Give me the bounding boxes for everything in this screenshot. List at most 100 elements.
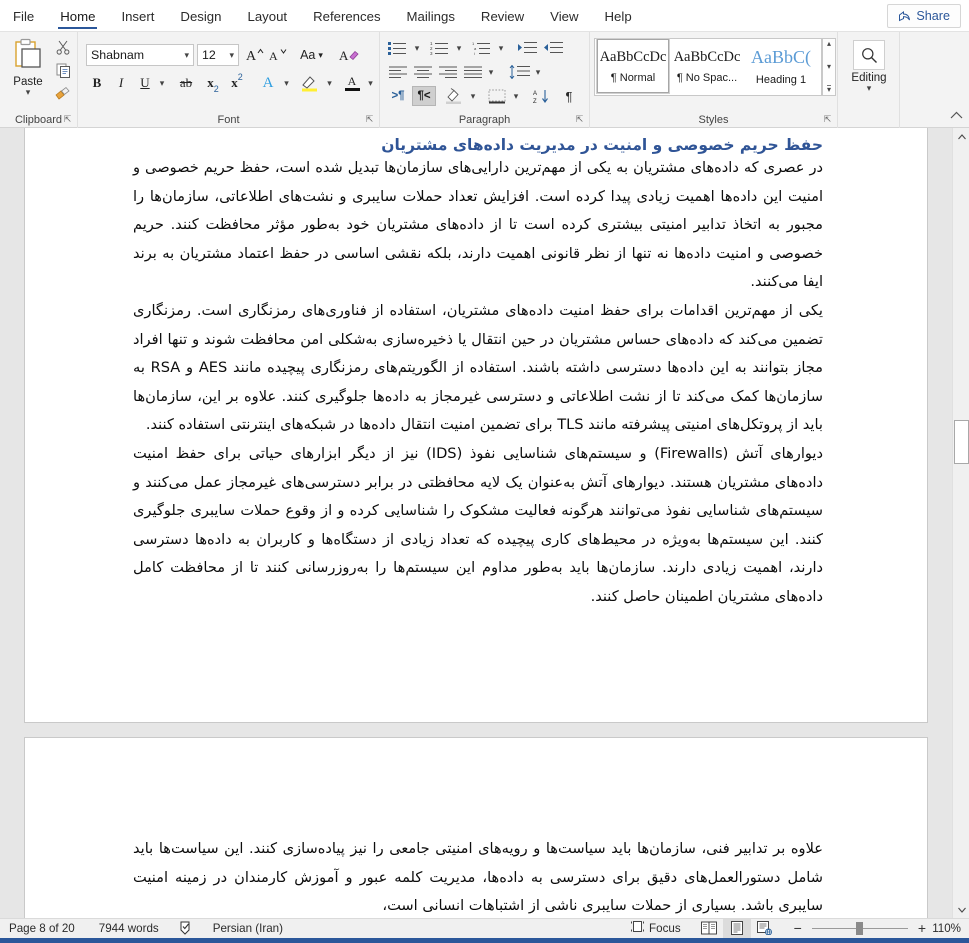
share-label: Share [916, 9, 950, 23]
superscript-icon[interactable]: x2 [225, 72, 249, 94]
ltr-label: >¶ [391, 90, 405, 102]
underline-chevron-down-icon[interactable]: ▾ [154, 72, 170, 94]
font-dialog-launcher[interactable]: ⇱ [364, 114, 375, 125]
copy-icon[interactable] [52, 60, 74, 81]
document-canvas[interactable]: حفظ حریم خصوصی و امنیت در مدیریت داده‌ها… [0, 128, 952, 918]
language-indicator[interactable]: Persian (Iran) [213, 922, 283, 935]
zoom-out-button[interactable]: − [791, 920, 805, 936]
paragraph-dialog-launcher[interactable]: ⇱ [574, 114, 585, 125]
tab-file-label: File [13, 8, 35, 24]
line-spacing-icon[interactable] [507, 62, 533, 82]
styles-scroll-down-icon[interactable]: ▾ [827, 62, 831, 71]
clear-formatting-icon[interactable]: A [336, 44, 362, 66]
web-layout-button[interactable] [751, 918, 779, 938]
style-normal[interactable]: AaBbCcDc ¶ Normal [596, 38, 670, 94]
font-name-chevron-down-icon[interactable]: ▾ [184, 50, 189, 61]
text-effects-chevron-down-icon[interactable]: ▾ [279, 72, 294, 94]
text-highlight-color-icon[interactable] [297, 72, 323, 94]
page-indicator[interactable]: Page 8 of 20 [9, 922, 75, 935]
multilevel-chevron-down-icon[interactable]: ▾ [494, 38, 508, 58]
scrollbar-thumb[interactable] [954, 420, 969, 464]
styles-more-icon[interactable]: ▾ [826, 85, 831, 94]
paste-button[interactable]: Paste ▾ [6, 38, 50, 97]
tab-references[interactable]: References [300, 0, 393, 32]
page-1-content[interactable]: حفظ حریم خصوصی و امنیت در مدیریت داده‌ها… [133, 136, 823, 612]
show-formatting-marks-icon[interactable]: ¶ [558, 86, 580, 106]
paste-chevron-down-icon[interactable]: ▾ [26, 88, 31, 97]
increase-indent-icon[interactable] [516, 38, 540, 58]
underline-icon[interactable]: U [134, 72, 156, 94]
justify-icon[interactable] [461, 62, 485, 82]
zoom-slider-thumb[interactable] [855, 922, 863, 935]
align-left-icon[interactable] [386, 62, 410, 82]
shading-icon[interactable] [442, 86, 466, 106]
document-page-1[interactable]: حفظ حریم خصوصی و امنیت در مدیریت داده‌ها… [24, 128, 928, 723]
numbering-icon[interactable]: 123 [428, 38, 452, 58]
tab-design[interactable]: Design [167, 0, 234, 32]
spelling-check-icon[interactable] [179, 921, 193, 935]
font-size-chevron-down-icon[interactable]: ▾ [229, 50, 234, 61]
font-color-chevron-down-icon[interactable]: ▾ [363, 72, 378, 94]
align-chevron-down-icon[interactable]: ▾ [484, 62, 498, 82]
subscript-icon[interactable]: x2 [201, 72, 225, 94]
align-right-icon[interactable] [436, 62, 460, 82]
tab-view[interactable]: View [537, 0, 591, 32]
editing-button[interactable]: Editing ▾ [849, 40, 889, 93]
cut-scissors-icon[interactable] [52, 37, 74, 58]
tab-mailings[interactable]: Mailings [394, 0, 468, 32]
tab-insert[interactable]: Insert [108, 0, 167, 32]
tab-home[interactable]: Home [47, 0, 108, 32]
borders-chevron-down-icon[interactable]: ▾ [509, 86, 523, 106]
font-name-input[interactable]: Shabnam ▾ [86, 44, 194, 66]
ribbon: Paste ▾ Clipboard ⇱ Shabnam ▾ 12 ▾ A A A… [0, 32, 969, 128]
styles-gallery-scrollbar[interactable]: ▴ ▾ ▾ [822, 38, 836, 96]
decrease-indent-icon[interactable] [542, 38, 566, 58]
multilevel-list-icon[interactable]: 1ai [470, 38, 494, 58]
ltr-text-direction-icon[interactable]: >¶ [386, 86, 410, 106]
collapse-ribbon-button[interactable] [950, 109, 963, 123]
font-size-input[interactable]: 12 ▾ [197, 44, 239, 66]
shading-chevron-down-icon[interactable]: ▾ [466, 86, 480, 106]
zoom-level-label[interactable]: 110% [929, 922, 969, 935]
tab-review[interactable]: Review [468, 0, 537, 32]
text-effects-icon[interactable]: A [256, 72, 280, 94]
read-mode-button[interactable] [695, 918, 723, 938]
tab-layout[interactable]: Layout [234, 0, 300, 32]
line-spacing-chevron-down-icon[interactable]: ▾ [531, 62, 545, 82]
page-2-content[interactable]: علاوه بر تدابیر فنی، سازمان‌ها باید سیاس… [133, 835, 823, 918]
bullets-chevron-down-icon[interactable]: ▾ [410, 38, 424, 58]
zoom-slider[interactable] [811, 918, 908, 938]
clipboard-dialog-launcher[interactable]: ⇱ [62, 114, 73, 125]
print-layout-button[interactable] [722, 918, 751, 938]
style-no-spacing[interactable]: AaBbCcDc ¶ No Spac... [671, 39, 743, 93]
numbering-chevron-down-icon[interactable]: ▾ [452, 38, 466, 58]
styles-dialog-launcher[interactable]: ⇱ [822, 114, 833, 125]
font-color-icon[interactable]: A [340, 72, 364, 94]
document-page-2[interactable]: علاوه بر تدابیر فنی، سازمان‌ها باید سیاس… [24, 737, 928, 918]
borders-icon[interactable] [485, 86, 509, 106]
share-button[interactable]: Share [887, 4, 961, 28]
italic-icon[interactable]: I [110, 72, 132, 94]
vertical-scrollbar[interactable] [952, 128, 969, 918]
scroll-up-button[interactable] [953, 128, 969, 145]
editing-chevron-down-icon[interactable]: ▾ [867, 84, 872, 93]
scroll-down-button[interactable] [953, 901, 969, 918]
tab-file[interactable]: File [0, 0, 47, 32]
word-count[interactable]: 7944 words [99, 922, 159, 935]
bullets-icon[interactable] [386, 38, 410, 58]
rtl-text-direction-icon[interactable]: ¶< [412, 86, 436, 106]
style-heading-1[interactable]: AaBbC( Heading 1 [745, 39, 817, 93]
grow-font-icon[interactable]: A [243, 44, 266, 66]
zoom-in-button[interactable]: + [915, 920, 929, 936]
shrink-font-icon[interactable]: A [266, 44, 289, 66]
align-center-icon[interactable] [411, 62, 435, 82]
tab-help[interactable]: Help [592, 0, 645, 32]
styles-scroll-up-icon[interactable]: ▴ [827, 40, 831, 48]
bold-icon[interactable]: B [86, 72, 108, 94]
sort-icon[interactable]: AZ [530, 86, 556, 106]
focus-mode-button[interactable]: Focus [631, 920, 681, 936]
strikethrough-icon[interactable]: ab [173, 72, 199, 94]
format-painter-icon[interactable] [52, 83, 74, 104]
highlight-chevron-down-icon[interactable]: ▾ [322, 72, 337, 94]
change-case-icon[interactable]: Aa ▾ [294, 44, 329, 66]
